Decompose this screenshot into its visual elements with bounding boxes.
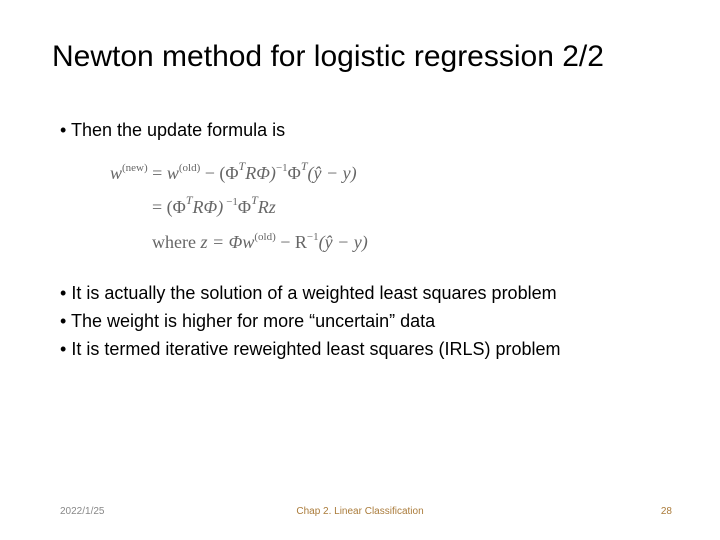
eq1-w-lhs: w (110, 163, 122, 183)
eq1-phi: Φ (288, 163, 301, 183)
eq2-T1: T (186, 193, 193, 207)
equation-block: w(new) = w(old) − (ΦTRΦ)−1ΦT(ŷ − y) = (Φ… (110, 156, 670, 259)
eq2-lead: = (Φ (152, 197, 186, 217)
equation-line-1: w(new) = w(old) − (ΦTRΦ)−1ΦT(ŷ − y) (110, 156, 670, 190)
eq3-tail: (ŷ − y) (319, 232, 368, 252)
slide-body: • Then the update formula is w(new) = w(… (60, 118, 670, 366)
equation-line-2: = (ΦTRΦ)−1ΦTRz (110, 190, 670, 224)
eq3-inv: −1 (307, 231, 319, 243)
eq1-tail: (ŷ − y) (308, 163, 357, 183)
footer-chapter: Chap 2. Linear Classification (0, 506, 720, 517)
eq1-T2: T (301, 159, 308, 173)
eq1-eq: = (148, 163, 167, 183)
eq1-new: (new) (122, 162, 148, 174)
eq3-where: where (152, 232, 200, 252)
eq1-a: − (Φ (200, 163, 238, 183)
bullet-3-text: The weight is higher for more “uncertain… (71, 311, 435, 331)
eq2-inv: −1 (223, 196, 238, 208)
eq1-w-rhs: w (167, 163, 179, 183)
bullet-3: • The weight is higher for more “uncerta… (60, 309, 670, 333)
bullet-1: • Then the update formula is (60, 118, 670, 142)
eq2-phi: Φ (238, 197, 251, 217)
eq2-R: RΦ) (193, 197, 224, 217)
bullet-2: • It is actually the solution of a weigh… (60, 281, 670, 305)
eq1-old: (old) (179, 162, 200, 174)
eq3-z: z = Φw (200, 232, 254, 252)
eq3-old: (old) (254, 231, 275, 243)
eq3-mid: − R (276, 232, 307, 252)
slide-title: Newton method for logistic regression 2/… (52, 40, 690, 74)
bullet-1-text: Then the update formula is (71, 120, 285, 140)
bullet-4-text: It is termed iterative reweighted least … (71, 339, 560, 359)
footer-page-number: 28 (661, 506, 672, 517)
eq2-tail: Rz (258, 197, 276, 217)
eq1-T1: T (239, 159, 246, 173)
slide: Newton method for logistic regression 2/… (0, 0, 720, 540)
equation-line-3: where z = Φw(old) − R−1(ŷ − y) (110, 225, 670, 259)
eq1-inv: −1 (276, 162, 288, 174)
eq1-R: RΦ) (245, 163, 276, 183)
eq2-T2: T (251, 193, 258, 207)
bullet-4: • It is termed iterative reweighted leas… (60, 337, 670, 361)
bullet-2-text: It is actually the solution of a weighte… (71, 283, 556, 303)
